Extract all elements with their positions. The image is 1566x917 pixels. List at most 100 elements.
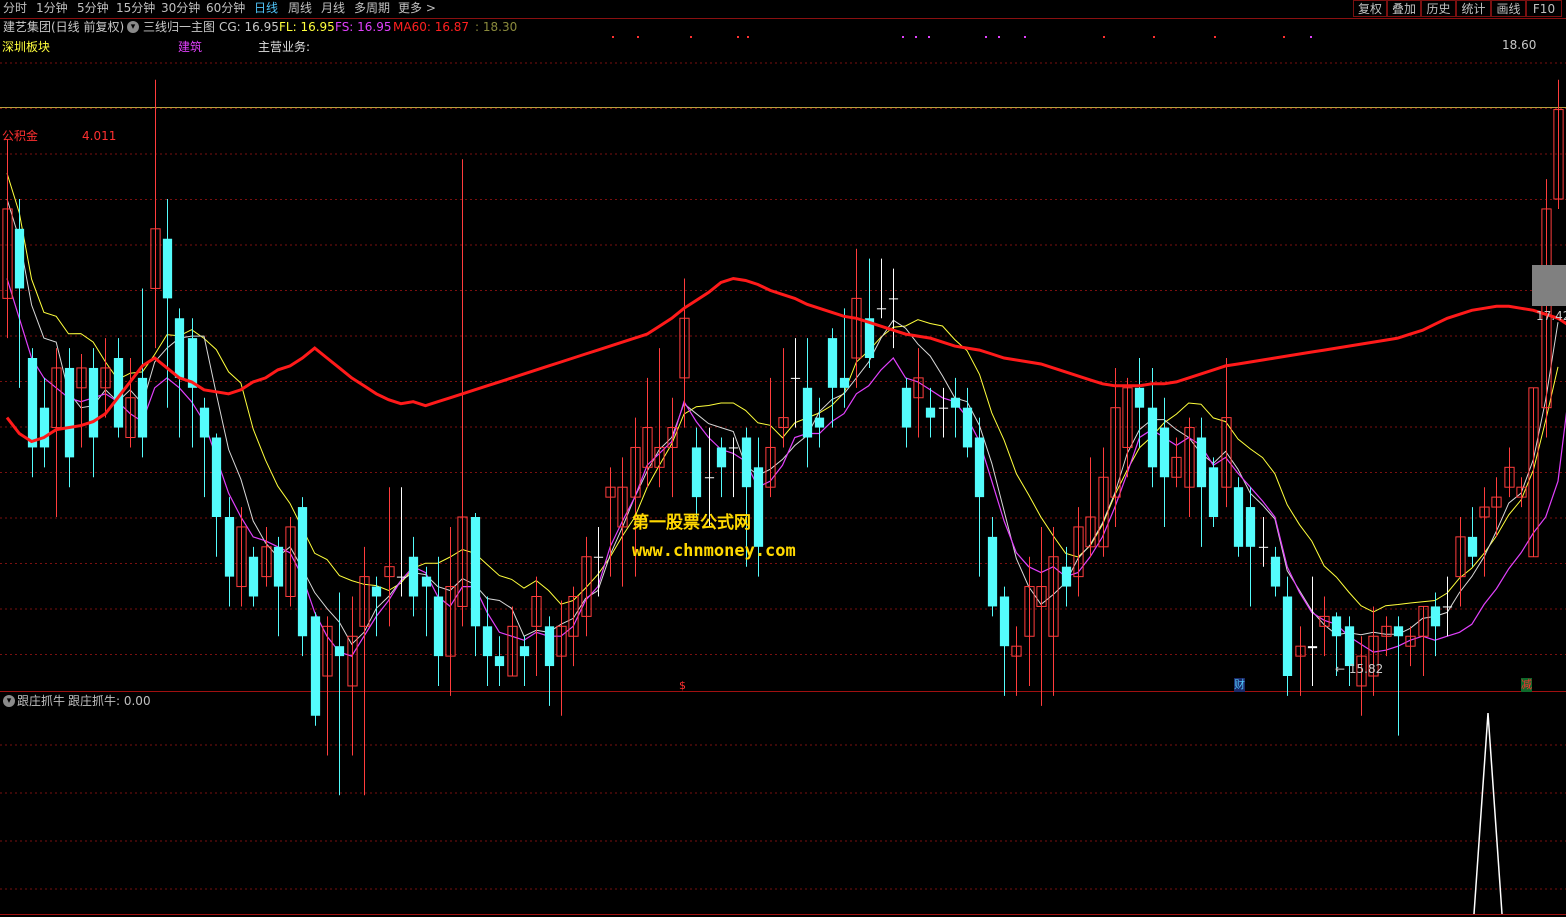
fs-line [6, 278, 1566, 657]
candle-body [273, 546, 284, 587]
candle-body [1147, 407, 1158, 468]
candle-body [162, 238, 173, 299]
signal-dot [612, 36, 614, 38]
candle-body [433, 596, 444, 657]
candle-body [199, 407, 210, 438]
signal-dot [985, 36, 987, 38]
candle-body [39, 407, 50, 448]
sub-panel-name[interactable]: 跟庄抓牛 [17, 694, 65, 708]
candle-body [14, 228, 25, 289]
candle-body [88, 367, 99, 438]
candle-body [1258, 546, 1269, 548]
candle-body [1282, 596, 1293, 676]
candle-body [519, 646, 530, 657]
ma60-line [5, 276, 1566, 444]
candle-body [974, 437, 985, 498]
candle-body [1061, 566, 1072, 587]
candle-body [814, 417, 825, 428]
signal-dot [737, 36, 739, 38]
candle-body [1270, 556, 1281, 587]
candle-body [1196, 437, 1207, 488]
candle-body [408, 556, 419, 597]
candle-body [1159, 427, 1170, 478]
sub-panel-toggle-icon[interactable]: ▾ [3, 695, 15, 707]
candle-body [938, 407, 949, 409]
candle-body [396, 576, 407, 578]
event-marker-reduce[interactable]: 减 [1521, 678, 1532, 692]
candle-body [470, 517, 481, 627]
candle-body [1233, 487, 1244, 547]
price-high-label: 18.60 [1502, 38, 1537, 52]
candle-body [925, 407, 936, 418]
indicator-extra: : 18.30 [475, 20, 518, 34]
candle-body [27, 358, 38, 448]
board-label: 深圳板块 [2, 40, 51, 54]
price-highlight-box [1532, 265, 1566, 306]
formula-name[interactable]: 三线归一主图 [143, 20, 215, 34]
candle-body [224, 517, 235, 577]
formula-dropdown-icon[interactable]: ▾ [127, 21, 139, 33]
candle-body [999, 596, 1010, 647]
candle-body [839, 377, 850, 388]
watermark-url: www.chnmoney.com [632, 541, 796, 561]
candle-body [310, 616, 321, 716]
industry-label: 建筑 [178, 40, 203, 54]
signal-dot [1024, 36, 1026, 38]
candle-body [901, 387, 912, 428]
candle-body [1430, 606, 1441, 627]
candle-body [297, 507, 308, 637]
cg-line [6, 198, 1559, 646]
signal-dot [690, 36, 692, 38]
candle-body [1134, 387, 1145, 408]
price-mid-label: 17.42 [1536, 309, 1566, 323]
signal-dot [1214, 36, 1216, 38]
event-marker-finance[interactable]: 财 [1234, 678, 1245, 692]
signal-dot [1310, 36, 1312, 38]
candle-body [728, 447, 739, 449]
signal-dot [902, 36, 904, 38]
candle-body [1245, 507, 1256, 547]
candle-body [544, 626, 555, 667]
candle-body [371, 586, 382, 597]
candle-body [1344, 626, 1355, 667]
candle-body [827, 338, 838, 388]
sub-panel-value: 跟庄抓牛: 0.00 [68, 694, 151, 708]
candle-body [741, 437, 752, 488]
candle-body [211, 437, 222, 517]
candle-body [716, 447, 727, 468]
candle-body [950, 397, 961, 408]
signal-dot [747, 36, 749, 38]
stock-name: 建艺集团(日线 前复权) [3, 20, 125, 34]
candle-body [704, 477, 715, 479]
candle-body [334, 646, 345, 657]
signal-dot [928, 36, 930, 38]
signal-dot [915, 36, 917, 38]
candle-body [421, 576, 432, 587]
sub-panel-signal-line [1473, 712, 1503, 915]
watermark-title: 第一股票公式网 [632, 513, 751, 533]
indicator-ma60: MA60: 16.87 [393, 20, 470, 34]
candle-body [1442, 606, 1453, 608]
signal-dot [1153, 36, 1155, 38]
candle-body [248, 556, 259, 597]
candle-body [1393, 626, 1404, 637]
candle-body [494, 656, 505, 667]
event-marker-dividend[interactable]: $ [679, 679, 686, 693]
candle-body [482, 626, 493, 657]
indicator-fl: FL: 16.95 [279, 20, 335, 34]
fund-label: 公积金 [2, 129, 39, 143]
candle-body [691, 447, 702, 498]
signal-dot [998, 36, 1000, 38]
candle-body [174, 318, 185, 378]
candle-body [64, 367, 75, 458]
candle-body [593, 556, 604, 558]
candle-body [790, 377, 801, 379]
price-low-label: ← 15.82 [1335, 662, 1384, 676]
kline-chart[interactable] [0, 0, 1566, 917]
business-label: 主营业务: [258, 40, 311, 54]
candle-body [753, 467, 764, 547]
candle-body [962, 407, 973, 448]
candle-body [1307, 646, 1318, 649]
candle-body [137, 377, 148, 438]
signal-dot [1103, 36, 1105, 38]
